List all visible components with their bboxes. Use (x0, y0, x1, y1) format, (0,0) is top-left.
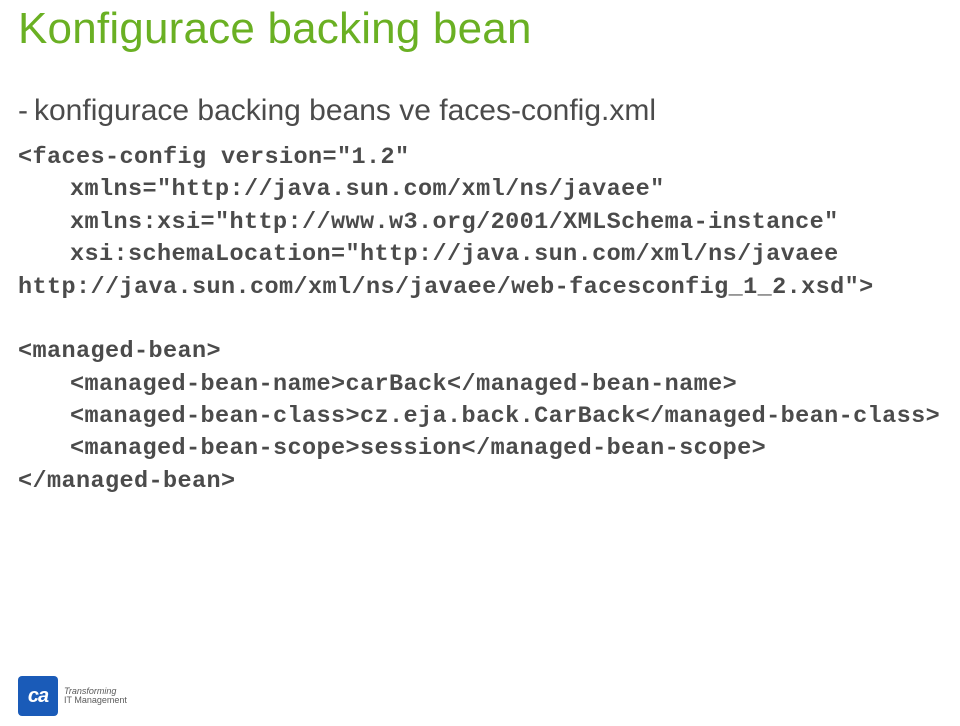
logo-tagline: Transforming IT Management (64, 687, 127, 706)
code-line: xmlns:xsi="http://www.w3.org/2001/XMLSch… (18, 207, 942, 239)
slide: Konfigurace backing bean - konfigurace b… (0, 0, 960, 726)
bullet-text: konfigurace backing beans ve faces-confi… (34, 94, 656, 128)
tagline-line2: IT Management (64, 696, 127, 705)
footer-logo: ca Transforming IT Management (18, 676, 127, 716)
slide-title: Konfigurace backing bean (18, 4, 942, 54)
code-block: <faces-config version="1.2" xmlns="http:… (18, 142, 942, 498)
ca-logo-icon: ca (18, 676, 58, 716)
code-blank-line (18, 304, 942, 336)
ca-logo-box: ca (18, 676, 58, 716)
code-line: xsi:schemaLocation="http://java.sun.com/… (18, 239, 942, 271)
bullet-dash-icon: - (18, 94, 28, 128)
ca-logo-text: ca (28, 685, 48, 708)
code-line: xmlns="http://java.sun.com/xml/ns/javaee… (18, 174, 942, 206)
code-line: <managed-bean-name>carBack</managed-bean… (18, 369, 942, 401)
code-line: <managed-bean-scope>session</managed-bea… (18, 433, 942, 465)
bullet-item: - konfigurace backing beans ve faces-con… (18, 94, 942, 128)
code-line: <managed-bean> (18, 336, 942, 368)
code-line: http://java.sun.com/xml/ns/javaee/web-fa… (18, 272, 942, 304)
code-line: <faces-config version="1.2" (18, 142, 942, 174)
code-line: <managed-bean-class>cz.eja.back.CarBack<… (18, 401, 942, 433)
code-line: </managed-bean> (18, 466, 942, 498)
